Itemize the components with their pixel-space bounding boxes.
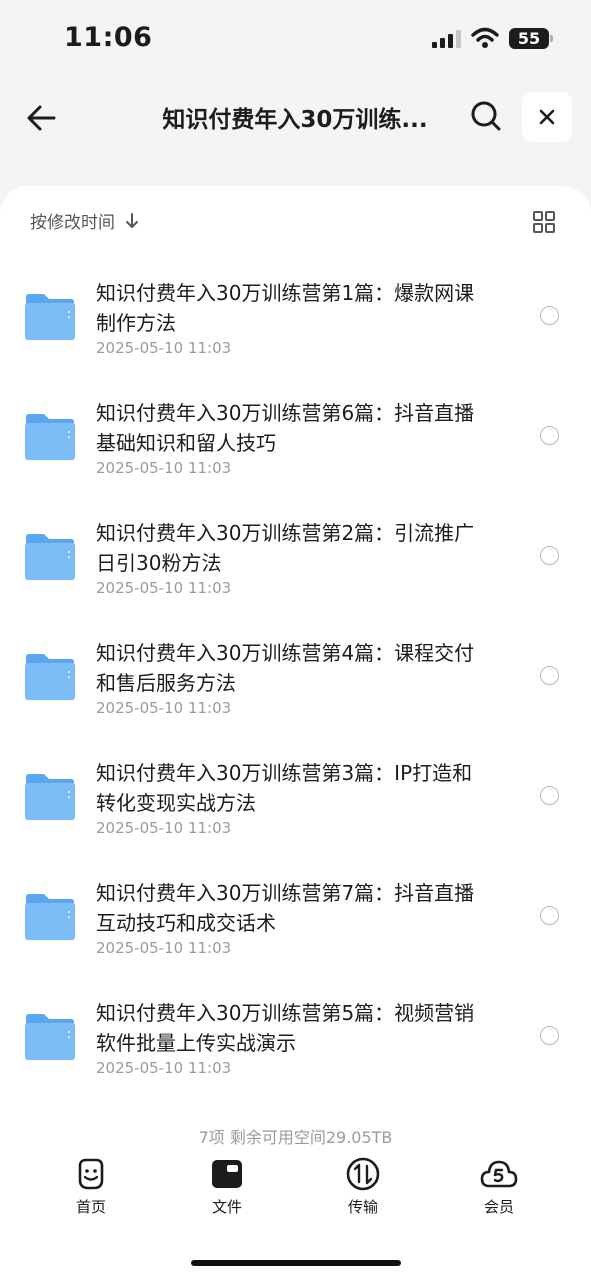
close-icon xyxy=(539,109,555,125)
list-item[interactable]: 知识付费年入30万训练营第5篇：视频营销软件批量上传实战演示 2025-05-1… xyxy=(0,986,591,1106)
folder-icon xyxy=(25,294,75,340)
header: 知识付费年入30万训练... xyxy=(0,80,591,170)
tab-vip[interactable]: 会员 xyxy=(459,1156,539,1217)
tab-transfer[interactable]: 传输 xyxy=(323,1156,403,1217)
home-indicator[interactable] xyxy=(191,1260,401,1266)
folder-icon xyxy=(25,654,75,700)
wifi-icon xyxy=(471,27,499,48)
status-bar: 11:06 55 xyxy=(0,0,591,80)
arrow-down-icon xyxy=(126,212,138,228)
file-name: 知识付费年入30万训练营第7篇：抖音直播互动技巧和成交话术 xyxy=(96,881,475,935)
folder-icon xyxy=(25,894,75,940)
folder-icon xyxy=(25,534,75,580)
tab-files[interactable]: 文件 xyxy=(187,1156,267,1217)
battery-icon: 55 xyxy=(509,28,549,49)
grid-view-icon[interactable] xyxy=(532,210,556,234)
list-item[interactable]: 知识付费年入30万训练营第4篇：课程交付和售后服务方法 2025-05-10 1… xyxy=(0,626,591,746)
file-date: 2025-05-10 11:03 xyxy=(96,939,232,957)
list-item[interactable]: 知识付费年入30万训练营第3篇：IP打造和转化变现实战方法 2025-05-10… xyxy=(0,746,591,866)
file-folder-icon xyxy=(212,1160,242,1188)
select-checkbox[interactable] xyxy=(540,666,559,685)
file-date: 2025-05-10 11:03 xyxy=(96,1059,232,1077)
select-checkbox[interactable] xyxy=(540,786,559,805)
tab-vip-label: 会员 xyxy=(483,1198,514,1216)
tab-home[interactable]: 首页 xyxy=(51,1156,131,1217)
transfer-icon xyxy=(346,1157,380,1191)
storage-summary: 7项 剩余可用空间29.05TB xyxy=(198,1128,393,1147)
file-date: 2025-05-10 11:03 xyxy=(96,819,232,837)
signal-icon xyxy=(432,30,461,48)
file-name: 知识付费年入30万训练营第6篇：抖音直播基础知识和留人技巧 xyxy=(96,401,475,455)
folder-icon xyxy=(25,1014,75,1060)
tab-bar: 首页 文件 传输 会员 xyxy=(0,1156,591,1236)
file-panel: 按修改时间 知识付费年入30万训练营第1篇：爆款网课制作方法 2025-05-1… xyxy=(0,186,591,1280)
select-checkbox[interactable] xyxy=(540,306,559,325)
file-date: 2025-05-10 11:03 xyxy=(96,339,232,357)
tab-transfer-label: 传输 xyxy=(347,1198,378,1216)
smiley-face-icon xyxy=(78,1158,104,1190)
file-date: 2025-05-10 11:03 xyxy=(96,459,232,477)
list-item[interactable]: 知识付费年入30万训练营第1篇：爆款网课制作方法 2025-05-10 11:0… xyxy=(0,266,591,386)
select-checkbox[interactable] xyxy=(540,906,559,925)
sort-button[interactable]: 按修改时间 xyxy=(30,208,141,233)
file-list: 知识付费年入30万训练营第1篇：爆款网课制作方法 2025-05-10 11:0… xyxy=(0,266,591,1106)
search-icon[interactable] xyxy=(466,96,506,136)
file-name: 知识付费年入30万训练营第4篇：课程交付和售后服务方法 xyxy=(96,641,475,695)
select-checkbox[interactable] xyxy=(540,426,559,445)
file-name: 知识付费年入30万训练营第3篇：IP打造和转化变现实战方法 xyxy=(96,761,473,815)
battery-cap xyxy=(550,35,553,42)
select-checkbox[interactable] xyxy=(540,546,559,565)
close-button[interactable] xyxy=(522,92,572,142)
folder-icon xyxy=(25,774,75,820)
tab-files-label: 文件 xyxy=(211,1198,242,1216)
file-name: 知识付费年入30万训练营第2篇：引流推广日引30粉方法 xyxy=(96,521,475,575)
cloud-vip-icon xyxy=(480,1160,518,1188)
file-date: 2025-05-10 11:03 xyxy=(96,699,232,717)
file-name: 知识付费年入30万训练营第5篇：视频营销软件批量上传实战演示 xyxy=(96,1001,475,1055)
sort-label: 按修改时间 xyxy=(30,213,115,233)
list-item[interactable]: 知识付费年入30万训练营第6篇：抖音直播基础知识和留人技巧 2025-05-10… xyxy=(0,386,591,506)
page-title: 知识付费年入30万训练... xyxy=(162,107,428,133)
file-name: 知识付费年入30万训练营第1篇：爆款网课制作方法 xyxy=(96,281,475,335)
select-checkbox[interactable] xyxy=(540,1026,559,1045)
back-arrow-icon[interactable] xyxy=(22,98,62,138)
list-item[interactable]: 知识付费年入30万训练营第7篇：抖音直播互动技巧和成交话术 2025-05-10… xyxy=(0,866,591,986)
folder-icon xyxy=(25,414,75,460)
status-time: 11:06 xyxy=(64,22,153,53)
file-date: 2025-05-10 11:03 xyxy=(96,579,232,597)
tab-home-label: 首页 xyxy=(75,1198,106,1216)
list-item[interactable]: 知识付费年入30万训练营第2篇：引流推广日引30粉方法 2025-05-10 1… xyxy=(0,506,591,626)
